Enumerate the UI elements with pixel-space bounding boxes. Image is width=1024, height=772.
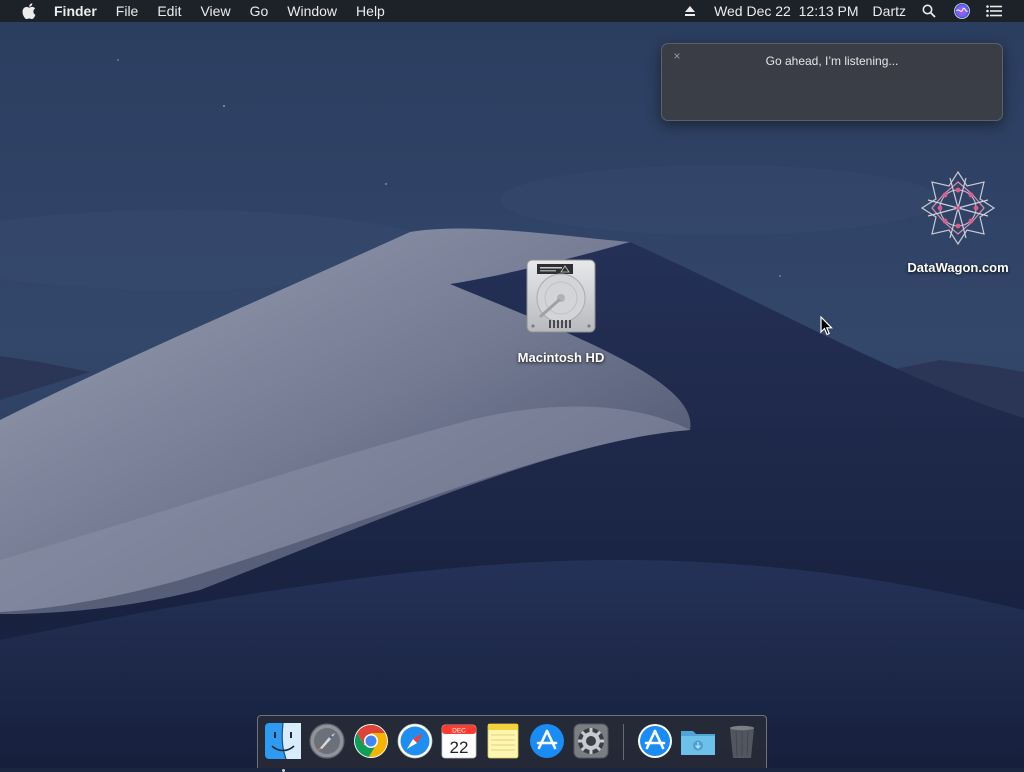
siri-listening-panel: × Go ahead, I’m listening... [661, 43, 1003, 121]
menu-view[interactable]: View [200, 0, 230, 22]
downloads-folder-icon [681, 731, 715, 755]
siri-prompt-text: Go ahead, I’m listening... [765, 54, 899, 68]
datawagon-logo-icon [920, 170, 996, 246]
dock-item-notes[interactable] [484, 722, 522, 760]
menu-app-finder[interactable]: Finder [54, 0, 97, 22]
calendar-month: DEC [452, 728, 466, 735]
menu-file[interactable]: File [116, 0, 139, 22]
calendar-day: 22 [450, 738, 469, 757]
chrome-icon [354, 724, 388, 758]
mouse-cursor-icon [820, 316, 833, 336]
eject-icon[interactable] [684, 5, 696, 17]
trash-icon [730, 725, 754, 758]
launchpad-icon [309, 723, 345, 759]
app-store-downloads-icon [638, 724, 672, 758]
dock-item-app-store-downloads[interactable] [636, 722, 674, 760]
system-preferences-icon [573, 723, 609, 759]
spotlight-icon[interactable] [922, 4, 936, 18]
desktop-icon-macintosh-hd[interactable]: Macintosh HD [496, 256, 626, 365]
menu-edit[interactable]: Edit [157, 0, 181, 22]
dock-item-system-preferences[interactable] [572, 722, 610, 760]
dock: DEC 22 [257, 715, 767, 772]
hard-drive-icon [526, 259, 596, 333]
calendar-icon: DEC 22 [441, 724, 477, 759]
app-store-icon [530, 724, 564, 758]
finder-icon [265, 722, 301, 760]
dock-item-calendar[interactable]: DEC 22 [440, 722, 478, 760]
dock-item-chrome[interactable] [352, 722, 390, 760]
desktop-icon-label: DataWagon.com [907, 260, 1009, 275]
dock-item-app-store[interactable] [528, 722, 566, 760]
menu-go[interactable]: Go [250, 0, 269, 22]
dock-separator [623, 724, 624, 760]
safari-icon [397, 723, 433, 759]
dock-item-finder[interactable] [264, 722, 302, 772]
menubar-clock[interactable]: Wed Dec 22 12:13 PM [714, 0, 858, 22]
notification-center-icon[interactable] [986, 5, 1002, 17]
menu-window[interactable]: Window [287, 0, 337, 22]
dock-item-safari[interactable] [396, 722, 434, 760]
menu-help[interactable]: Help [356, 0, 385, 22]
apple-icon[interactable] [19, 0, 39, 22]
desktop-icon-datawagon[interactable]: DataWagon.com [898, 168, 1018, 275]
menubar-user[interactable]: Dartz [873, 0, 906, 22]
dock-item-launchpad[interactable] [308, 722, 346, 760]
notes-icon [487, 723, 519, 759]
menu-bar: Finder File Edit View Go Window Help Wed… [0, 0, 1024, 22]
dock-item-downloads-folder[interactable] [679, 722, 717, 760]
desktop-icon-label: Macintosh HD [517, 350, 605, 365]
dock-item-trash[interactable] [723, 722, 761, 760]
siri-icon[interactable] [954, 3, 970, 19]
